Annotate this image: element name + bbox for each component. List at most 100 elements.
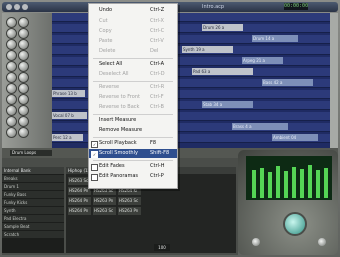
audio-clip[interactable]: Phrase 13 b [52, 90, 85, 97]
menu-item-reverse-to-back[interactable]: Reverse to Back Ctrl-B [89, 103, 177, 112]
loop-cell[interactable]: HS264 Pn [68, 207, 91, 215]
menu-item-shortcut: Ctrl-X [150, 18, 164, 24]
menu-item-shortcut: Del [150, 48, 159, 54]
audio-clip[interactable]: Arpeg 21 a [242, 57, 283, 64]
track-knob[interactable] [18, 83, 29, 94]
maximize-window-button[interactable] [22, 4, 28, 10]
bank-row[interactable]: Synth [2, 207, 64, 214]
bank-row[interactable]: Drum 1 [2, 183, 64, 190]
menu-item-label: Paste [99, 38, 113, 44]
menu-item-scroll-playback[interactable]: ✓ Scroll Playback F8 [89, 139, 177, 148]
track-knob[interactable] [18, 50, 29, 61]
loop-cell[interactable]: HS264 Pn [68, 197, 91, 205]
menu-item-edit-panoramas[interactable]: Edit Panoramas Ctrl-P [89, 172, 177, 181]
track-knob[interactable] [6, 127, 17, 138]
menu-item-deselect-all[interactable]: Deselect All Ctrl-D [89, 70, 177, 79]
menu-item-insert-measure[interactable]: Insert Measure [89, 116, 177, 125]
track-knob[interactable] [6, 72, 17, 83]
track-knob[interactable] [18, 61, 29, 72]
level-meter-bar [252, 170, 256, 198]
bank-row[interactable]: Funky Kicks [2, 199, 64, 206]
checkmark-icon: ✓ [91, 141, 98, 148]
menu-item-shortcut: Ctrl-P [150, 173, 164, 179]
loop-cell[interactable]: HS263 Sc [118, 197, 141, 205]
menu-separator [93, 160, 173, 161]
track-knob[interactable] [6, 39, 17, 50]
track-knob[interactable] [18, 116, 29, 127]
track-knob[interactable] [18, 94, 29, 105]
menu-item-copy[interactable]: Copy Ctrl-C [89, 27, 177, 36]
internal-bank-list: Internal Bank Breaks Drum 1 Funky Bass F… [2, 167, 64, 253]
bank-row[interactable]: Scratch [2, 231, 64, 238]
level-meters [246, 156, 332, 200]
track-knob[interactable] [6, 116, 17, 127]
menu-item-label: Deselect All [99, 71, 129, 77]
menu-separator [93, 114, 173, 115]
menu-item-shortcut: Ctrl-A [150, 61, 165, 67]
menu-separator [93, 58, 173, 59]
menu-item-cut[interactable]: Cut Ctrl-X [89, 17, 177, 26]
small-control-knob[interactable] [252, 238, 260, 246]
bank-row[interactable]: Pad Electra [2, 215, 64, 222]
level-meter-bar [316, 170, 320, 198]
track-knob[interactable] [6, 61, 17, 72]
loop-cell[interactable]: HS263 Pn [118, 207, 141, 215]
menu-item-paste[interactable]: Paste Ctrl-V [89, 37, 177, 46]
app-window: Intro.acp 00:00:00 Drum 26 a Drum 14 a S… [0, 0, 340, 257]
level-meter-bar [300, 169, 304, 198]
level-meter-bar [308, 165, 312, 198]
track-knob[interactable] [6, 83, 17, 94]
track-controls [2, 13, 52, 148]
track-knob[interactable] [18, 17, 29, 28]
audio-clip[interactable]: Ambient 04 [272, 134, 318, 141]
audio-clip[interactable]: Stab 34 a [202, 101, 253, 108]
menu-item-delete[interactable]: Delete Del [89, 47, 177, 56]
audio-clip[interactable]: Drum 26 a [202, 24, 243, 31]
menu-item-label: Undo [99, 7, 113, 13]
track-knob[interactable] [18, 28, 29, 39]
menu-item-label: Scroll Smoothly [99, 150, 138, 156]
close-window-button[interactable] [6, 4, 12, 10]
track-knob[interactable] [18, 105, 29, 116]
track-knob[interactable] [6, 28, 17, 39]
loop-cell[interactable]: HS263 Sc [93, 207, 116, 215]
menu-item-reverse-to-front[interactable]: Reverse to Front Ctrl-F [89, 93, 177, 102]
menu-item-shortcut: Ctrl-C [150, 28, 165, 34]
menu-item-label: Cut [99, 18, 108, 24]
audio-clip[interactable]: Vocal 07 b [52, 112, 87, 119]
internal-bank-header[interactable]: Internal Bank [2, 167, 64, 174]
track-knob[interactable] [18, 127, 29, 138]
menu-item-edit-fades[interactable]: Edit Fades Ctrl-H [89, 162, 177, 171]
bank-row[interactable]: Breaks [2, 175, 64, 182]
track-knob[interactable] [6, 105, 17, 116]
audio-clip[interactable]: Perc 12 a [52, 134, 83, 141]
audio-clip[interactable]: Drum 14 a [252, 35, 298, 42]
audio-clip[interactable]: Bass 42 a [262, 79, 313, 86]
drum-loops-label[interactable]: Drum Loops [10, 150, 52, 156]
master-volume-knob[interactable] [283, 212, 307, 236]
track-knob[interactable] [18, 39, 29, 50]
audio-clip[interactable]: Synth 19 a [182, 46, 233, 53]
menu-item-label: Copy [99, 28, 112, 34]
small-control-knob[interactable] [318, 238, 326, 246]
menu-item-reverse[interactable]: Reverse Ctrl-R [89, 83, 177, 92]
loop-cell[interactable]: HS263 Pn [93, 197, 116, 205]
zoom-display[interactable]: 100 [154, 244, 170, 251]
bank-row[interactable]: Sample Beat [2, 223, 64, 230]
menu-item-remove-measure[interactable]: Remove Measure [89, 126, 177, 135]
time-display: 00:00:00 [284, 3, 309, 10]
track-knob[interactable] [18, 72, 29, 83]
audio-clip[interactable]: Pad 63 a [192, 68, 253, 75]
menu-item-scroll-smoothly[interactable]: ✓ Scroll Smoothly Shift-F8 [89, 149, 177, 158]
track-knob[interactable] [6, 94, 17, 105]
menu-item-shortcut: Ctrl-B [150, 104, 164, 110]
track-knob[interactable] [6, 50, 17, 61]
menu-item-label: Delete [99, 48, 116, 54]
vertical-scrollbar[interactable] [330, 13, 338, 148]
bank-row[interactable]: Funky Bass [2, 191, 64, 198]
menu-item-select-all[interactable]: Select All Ctrl-A [89, 60, 177, 69]
menu-item-undo[interactable]: Undo Ctrl-Z [89, 6, 177, 15]
track-knob[interactable] [6, 17, 17, 28]
minimize-window-button[interactable] [14, 4, 20, 10]
audio-clip[interactable]: Brass 4 a [232, 123, 288, 130]
